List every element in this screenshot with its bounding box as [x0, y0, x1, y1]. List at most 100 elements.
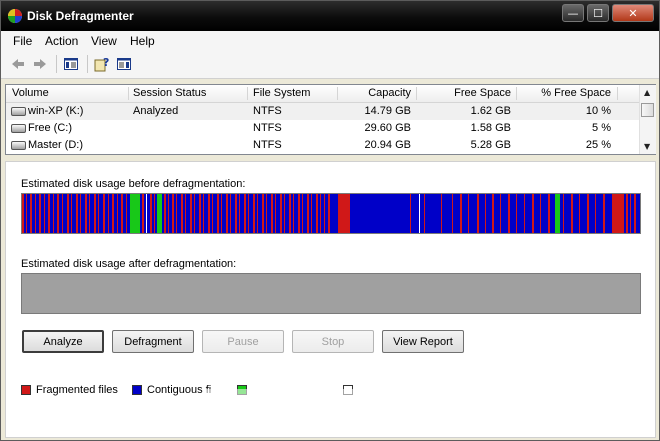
watermark-overlay — [206, 389, 456, 427]
volume-row[interactable]: Free (C:) NTFS 29.60 GB 1.58 GB 5 % — [6, 120, 639, 137]
fragment-segment — [579, 194, 580, 233]
fragment-segment — [203, 194, 204, 233]
column-divider[interactable] — [516, 87, 517, 100]
fragment-segment — [548, 194, 550, 233]
fragment-segment — [468, 194, 469, 233]
fragment-segment — [30, 194, 32, 233]
column-divider[interactable] — [128, 87, 129, 100]
forward-button[interactable] — [32, 56, 48, 72]
fragment-segment — [80, 194, 81, 233]
column-divider[interactable] — [337, 87, 338, 100]
menu-help[interactable]: Help — [130, 34, 155, 48]
column-percent-free-space[interactable]: % Free Space — [520, 87, 611, 99]
volume-file-system: NTFS — [253, 105, 282, 117]
defragment-button[interactable]: Defragment — [112, 330, 194, 353]
close-button[interactable]: ✕ — [612, 4, 654, 22]
fragment-segment — [230, 194, 231, 233]
help-button[interactable]: ? — [94, 56, 110, 72]
column-free-space[interactable]: Free Space — [420, 87, 511, 99]
volume-list-scrollbar[interactable]: ▲ ▼ — [639, 85, 656, 154]
column-file-system[interactable]: File System — [253, 87, 310, 99]
hard-drive-icon — [11, 141, 26, 150]
fragment-segment — [76, 194, 78, 233]
fragment-segment — [121, 194, 123, 233]
fragment-segment — [516, 194, 517, 233]
fragment-segment — [419, 194, 420, 233]
column-divider[interactable] — [416, 87, 417, 100]
svg-text:?: ? — [103, 56, 109, 69]
menu-view[interactable]: View — [91, 34, 117, 48]
minimize-button[interactable]: — — [562, 4, 584, 22]
maximize-button[interactable]: ☐ — [587, 4, 609, 22]
fragment-segment — [208, 194, 210, 233]
volume-row[interactable]: win-XP (K:) Analyzed NTFS 14.79 GB 1.62 … — [6, 103, 639, 120]
fragment-segment — [603, 194, 605, 233]
volume-file-system: NTFS — [253, 122, 282, 134]
volume-row[interactable]: Master (D:) NTFS 20.94 GB 5.28 GB 25 % — [6, 137, 639, 154]
scroll-down-arrow-icon[interactable]: ▼ — [644, 142, 650, 151]
fragment-segment — [39, 194, 41, 233]
fragment-segment — [71, 194, 72, 233]
toolbar: ? — [1, 51, 659, 79]
fragment-segment — [112, 194, 114, 233]
help-icon: ? — [94, 56, 109, 72]
fragment-segment — [248, 194, 249, 233]
volume-list[interactable]: Volume Session Status File System Capaci… — [5, 84, 656, 155]
fragment-segment — [311, 194, 312, 233]
column-divider[interactable] — [617, 87, 618, 100]
pause-button[interactable]: Pause — [202, 330, 284, 353]
fragment-segment — [239, 194, 240, 233]
fragment-segment — [117, 194, 118, 233]
menu-action[interactable]: Action — [45, 34, 78, 48]
fragment-segment — [98, 194, 99, 233]
fragment-segment — [154, 194, 155, 233]
scrollbar-thumb[interactable] — [641, 103, 654, 117]
window-title: Disk Defragmenter — [27, 9, 134, 23]
menu-file[interactable]: File — [13, 34, 32, 48]
fragment-segment — [126, 194, 127, 233]
show-hide-tree-button[interactable] — [63, 56, 79, 72]
column-capacity[interactable]: Capacity — [341, 87, 411, 99]
minimize-icon: — — [567, 6, 579, 20]
fragment-segment — [477, 194, 479, 233]
fragment-segment — [94, 194, 96, 233]
column-session-status[interactable]: Session Status — [133, 87, 206, 99]
close-icon: ✕ — [628, 6, 638, 20]
fragment-segment — [298, 194, 300, 233]
properties-button[interactable] — [116, 56, 132, 72]
column-divider[interactable] — [247, 87, 248, 100]
back-button[interactable] — [10, 56, 26, 72]
scroll-up-arrow-icon[interactable]: ▲ — [644, 88, 650, 97]
fragment-segment — [595, 194, 596, 233]
fragment-segment — [85, 194, 87, 233]
fragment-segment — [532, 194, 534, 233]
fragment-segment — [181, 194, 183, 233]
fragment-segment — [540, 194, 541, 233]
defragmenter-app-icon — [8, 9, 22, 23]
volume-capacity: 29.60 GB — [364, 122, 411, 134]
view-report-button[interactable]: View Report — [382, 330, 464, 353]
volume-free-space: 5.28 GB — [470, 139, 511, 151]
fragment-segment — [626, 194, 628, 233]
volume-capacity: 14.79 GB — [364, 105, 411, 117]
fragment-segment — [307, 194, 309, 233]
fragment-segment — [634, 194, 636, 233]
fragment-segment — [221, 194, 222, 233]
fragment-segment — [150, 194, 152, 233]
analyze-button[interactable]: Analyze — [22, 330, 104, 353]
console-tree-icon — [64, 58, 78, 70]
fragment-segment — [612, 194, 624, 233]
title-bar[interactable]: Disk Defragmenter — ☐ ✕ — [1, 1, 659, 31]
fragment-segment — [130, 194, 140, 233]
fragmented-legend-swatch — [21, 385, 31, 395]
fragment-segment — [324, 194, 325, 233]
volume-percent-free: 5 % — [592, 122, 611, 134]
fragment-segment — [48, 194, 50, 233]
fragment-segment — [271, 194, 273, 233]
fragment-segment — [328, 194, 330, 233]
fragment-segment — [555, 194, 560, 233]
column-volume[interactable]: Volume — [12, 87, 49, 99]
menu-bar: File Action View Help — [1, 31, 659, 51]
stop-button[interactable]: Stop — [292, 330, 374, 353]
volume-capacity: 20.94 GB — [364, 139, 411, 151]
